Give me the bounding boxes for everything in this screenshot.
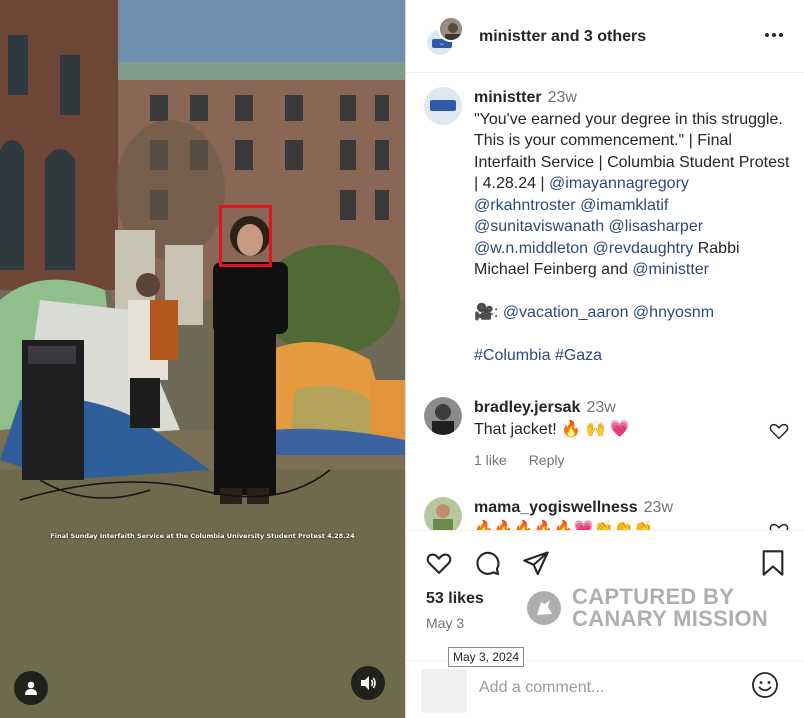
collaborators-text: and 3 others (551, 28, 647, 45)
mention-link[interactable]: @hnyosnm (633, 304, 714, 321)
bookmark-icon[interactable] (760, 549, 786, 577)
caption-text: ministter 23w "You've earned your degree … (474, 87, 794, 367)
post-date[interactable]: May 3 (426, 615, 464, 631)
watermark: CAPTURED BY CANARY MISSION (526, 586, 768, 630)
mention-link[interactable]: @vacation_aaron (503, 304, 629, 321)
heart-icon[interactable] (425, 549, 453, 577)
instagram-post-view: Final Sunday Interfaith Service at the C… (0, 0, 804, 718)
collaborators-link[interactable]: and 3 others (551, 28, 646, 45)
comment-username[interactable]: mama_yogiswellness (474, 499, 638, 516)
highlight-box (219, 205, 272, 267)
more-icon[interactable] (763, 24, 785, 46)
caption-username[interactable]: ministter (474, 89, 542, 106)
svg-text:~: ~ (439, 41, 444, 48)
avatar-image (424, 397, 462, 435)
canary-logo-icon (527, 591, 561, 625)
post-header: ~ ministter and 3 others (406, 0, 804, 73)
mention-link[interactable]: @imayannagregory (549, 175, 689, 192)
caption-time[interactable]: 23w (548, 89, 577, 106)
comment-icon[interactable] (473, 549, 501, 577)
date-tooltip: May 3, 2024 (448, 647, 525, 667)
heart-icon[interactable] (768, 420, 790, 442)
comment-time[interactable]: 23w (644, 499, 673, 516)
likes-count[interactable]: 53 likes (426, 590, 484, 608)
hashtag-link[interactable]: #Columbia (474, 347, 550, 364)
mention-link[interactable]: @rkahntroster (474, 197, 576, 214)
media-scene (0, 0, 405, 718)
avatar-image (424, 497, 462, 530)
comment-username[interactable]: bradley.jersak (474, 399, 580, 416)
camera-emoji: 🎥 (474, 304, 494, 321)
mention-link[interactable]: @revdaughtry (593, 240, 694, 257)
avatar[interactable] (424, 397, 462, 435)
comment-likes-link[interactable]: 1 like (474, 452, 507, 468)
reply-button[interactable]: Reply (529, 452, 565, 468)
comment-body: bradley.jersak 23w That jacket! 🔥 🙌 💗 1 l… (474, 397, 764, 468)
video-caption-overlay: Final Sunday Interfaith Service at the C… (50, 532, 355, 540)
hashtag-link[interactable]: #Gaza (555, 347, 602, 364)
post-side-panel: ~ ministter and 3 others ministter 23w "… (405, 0, 804, 718)
emoji-placeholder-box (421, 669, 467, 713)
heart-icon[interactable] (768, 520, 790, 530)
mention-link[interactable]: @imamklatif (580, 197, 668, 214)
comments-section[interactable]: ministter 23w "You've earned your degree … (406, 73, 804, 530)
avatar[interactable] (424, 87, 462, 125)
user-icon (25, 681, 37, 695)
comment-text: That jacket! 🔥 🙌 💗 (474, 420, 630, 438)
sound-toggle-button[interactable] (351, 666, 385, 700)
comment-meta: 1 like Reply (474, 452, 764, 468)
mention-link[interactable]: @lisasharper (609, 218, 704, 235)
comment-time[interactable]: 23w (586, 399, 615, 416)
emoji-icon[interactable] (751, 671, 779, 699)
watermark-line-1: CAPTURED BY (572, 584, 735, 609)
mention-link[interactable]: @ministter (632, 261, 709, 278)
add-comment-bar (406, 660, 804, 718)
avatar-image (440, 18, 462, 40)
post-actions: 53 likes May 3 CAPTURED BY CANARY MISSIO… (406, 530, 804, 660)
caption-body: ministter 23w "You've earned your degree … (474, 87, 794, 367)
mention-link[interactable]: @sunitaviswanath (474, 218, 604, 235)
author-username[interactable]: ministter (479, 28, 547, 45)
post-media[interactable]: Final Sunday Interfaith Service at the C… (0, 0, 405, 718)
post-author-line: ministter and 3 others (479, 28, 646, 46)
watermark-line-2: CANARY MISSION (572, 606, 769, 631)
mention-link[interactable]: @w.n.middleton (474, 240, 588, 257)
sound-icon (361, 676, 376, 690)
caption-text-part: : (493, 304, 503, 321)
avatar[interactable] (424, 497, 462, 530)
comment-input[interactable] (479, 676, 739, 700)
comment-text: 🔥🔥🔥🔥🔥💗👏👏👏 (474, 520, 654, 531)
tagged-users-button[interactable] (14, 671, 48, 705)
collaborator-avatar[interactable] (438, 16, 464, 42)
share-icon[interactable] (522, 549, 550, 577)
comment-body: mama_yogiswellness 23w 🔥🔥🔥🔥🔥💗👏👏👏 (474, 497, 764, 530)
avatar-image (424, 87, 462, 125)
